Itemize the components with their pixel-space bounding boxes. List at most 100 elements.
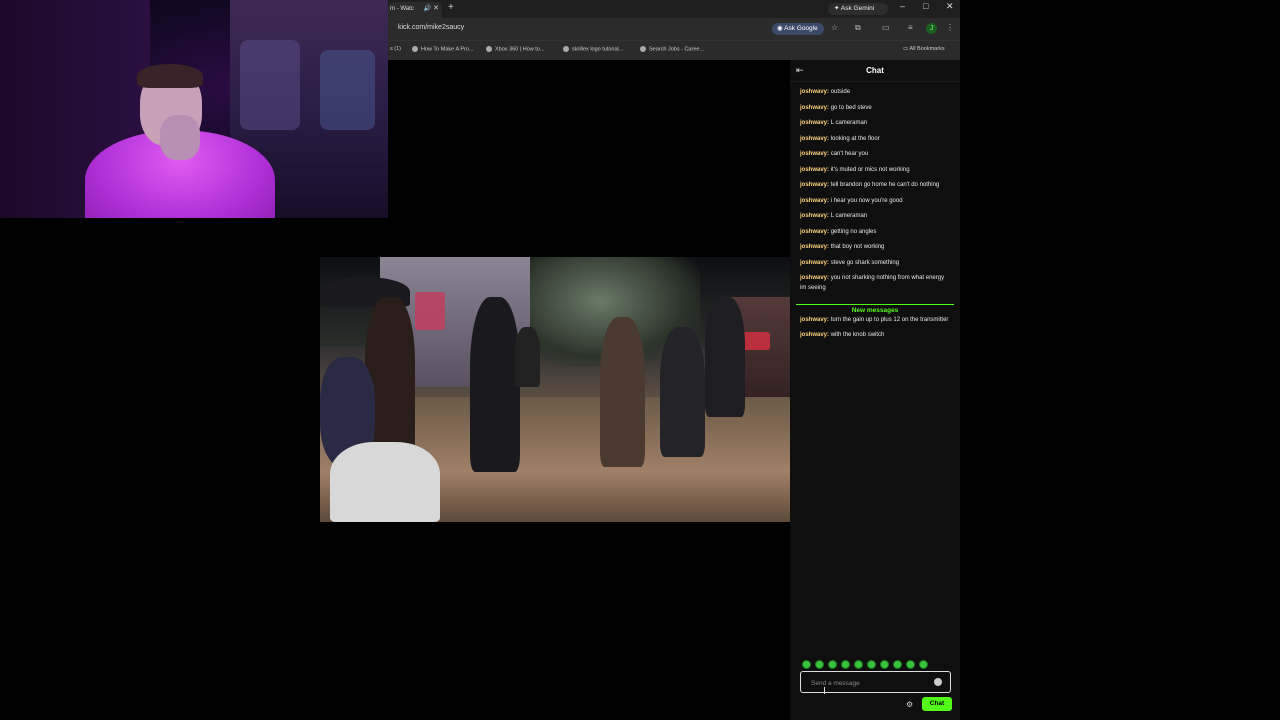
chat-header: ⇤ Chat — [790, 60, 960, 82]
chat-text: L cameraman — [830, 120, 868, 126]
send-chat-button[interactable]: Chat — [922, 697, 952, 711]
chat-messages: joshwavy: outside joshwavy: go to bed st… — [796, 87, 954, 346]
emote-icon[interactable] — [867, 660, 876, 669]
new-messages-divider: New messages — [796, 299, 954, 314]
new-messages-label: New messages — [847, 306, 903, 314]
url-text[interactable]: kick.com/mike2saucy — [398, 24, 464, 31]
chat-text: with the knob switch — [830, 332, 885, 338]
all-bookmarks[interactable]: ▭ All Bookmarks — [903, 46, 945, 52]
speaker-icon[interactable]: 🔊 — [424, 2, 431, 16]
emote-bar — [802, 656, 952, 669]
chat-input-container[interactable] — [800, 671, 951, 693]
chat-username[interactable]: joshwavy: — [800, 167, 829, 173]
chat-username[interactable]: joshwavy: — [800, 275, 829, 281]
chat-message: joshwavy: L cameraman — [800, 211, 950, 221]
cast-icon[interactable]: ▭ — [882, 23, 890, 32]
chat-text: turn the gain up to plus 12 on the trans… — [830, 316, 949, 323]
chat-username[interactable]: joshwavy: — [800, 317, 829, 323]
new-tab-icon[interactable]: + — [448, 2, 454, 13]
ask-gemini-button[interactable]: ✦ Ask Gemini — [828, 3, 888, 15]
profile-switch-icon[interactable]: ≡ — [908, 23, 913, 32]
chat-message: joshwavy: with the knob switch — [800, 330, 950, 340]
minimize-icon[interactable]: – — [900, 1, 905, 11]
chat-message: joshwavy: getting no angles — [800, 227, 950, 237]
emote-icon[interactable] — [802, 660, 811, 669]
chat-username[interactable]: joshwavy: — [800, 244, 829, 250]
chat-username[interactable]: joshwavy: — [800, 260, 829, 266]
chat-message: joshwavy: outside — [800, 87, 950, 97]
chat-username[interactable]: joshwavy: — [800, 229, 829, 235]
bookmark-favicon-icon — [563, 46, 569, 52]
emote-icon[interactable] — [815, 660, 824, 669]
ask-google-button[interactable]: ◉ Ask Google — [772, 23, 824, 35]
video-scene-sign — [415, 292, 445, 330]
streamer-webcam — [0, 0, 388, 218]
chat-message: joshwavy: looking at the floor — [800, 134, 950, 144]
chat-message: joshwavy: tell brandon go home he can't … — [800, 180, 950, 190]
bookmark-label: s (1) — [390, 46, 401, 52]
chat-input[interactable] — [811, 680, 931, 687]
bookmark-label: Search Jobs - Caree... — [649, 46, 705, 53]
chat-settings-gear-icon[interactable]: ⚙ — [906, 700, 913, 709]
profile-avatar[interactable]: J — [926, 23, 937, 34]
chat-text: go to bed steve — [830, 104, 872, 111]
emote-icon[interactable] — [893, 660, 902, 669]
chat-text: can't hear you — [830, 151, 869, 157]
divider-label-wrap: New messages — [796, 299, 954, 317]
ask-gemini-label: Ask Gemini — [840, 5, 875, 12]
chat-text: i hear you now you're good — [830, 197, 903, 204]
emote-icon[interactable] — [828, 660, 837, 669]
chat-username[interactable]: joshwavy: — [800, 332, 829, 338]
browser-chrome: m - Watc 🔊 ✕ + ✦ Ask Gemini – □ ✕ kick.c… — [388, 0, 960, 60]
active-tab[interactable]: m - Watc 🔊 ✕ — [388, 2, 442, 18]
chat-username[interactable]: joshwavy: — [800, 89, 829, 95]
chat-username[interactable]: joshwavy: — [800, 182, 829, 188]
chat-message: joshwavy: L cameraman — [800, 118, 950, 128]
bookmark-item[interactable]: How To Make A Pro... — [412, 46, 473, 52]
emote-icon[interactable] — [854, 660, 863, 669]
chat-username[interactable]: joshwavy: — [800, 120, 829, 126]
close-tab-icon[interactable]: ✕ — [433, 2, 439, 16]
streamer-hand — [160, 115, 200, 160]
bookmark-label: skrillex logo tutorial... — [572, 46, 624, 53]
bookmarks-bar: s (1) How To Make A Pro... Xbox 360 | Ho… — [388, 40, 960, 60]
bookmark-item[interactable]: s (1) — [390, 46, 401, 52]
emote-icon[interactable] — [906, 660, 915, 669]
bookmark-item[interactable]: Search Jobs - Caree... — [640, 46, 704, 52]
chat-panel: ⇤ Chat joshwavy: outside joshwavy: go to… — [790, 60, 960, 720]
menu-kebab-icon[interactable]: ⋮ — [946, 23, 954, 32]
stream-video[interactable] — [320, 257, 790, 522]
webcam-object — [240, 40, 300, 130]
chat-text: L cameraman — [830, 213, 868, 219]
bookmark-item[interactable]: Xbox 360 | How to... — [486, 46, 544, 52]
video-scene-person — [515, 327, 540, 387]
chat-username[interactable]: joshwavy: — [800, 213, 829, 219]
extensions-icon[interactable]: ⧉ — [855, 23, 861, 33]
address-bar[interactable]: kick.com/mike2saucy ◉ Ask Google ☆ ⧉ ▭ ≡… — [388, 18, 960, 40]
chat-text: looking at the floor — [830, 135, 880, 142]
emote-icon[interactable] — [919, 660, 928, 669]
chat-text: it's muted or mics not working — [830, 166, 910, 173]
bookmark-favicon-icon — [486, 46, 492, 52]
bookmark-item[interactable]: skrillex logo tutorial... — [563, 46, 623, 52]
chat-text: steve go shark something — [830, 259, 900, 266]
chat-username[interactable]: joshwavy: — [800, 136, 829, 142]
video-scene-person — [705, 297, 745, 417]
emote-icon[interactable] — [880, 660, 889, 669]
close-window-icon[interactable]: ✕ — [946, 1, 954, 12]
chat-username[interactable]: joshwavy: — [800, 151, 829, 157]
chat-message: joshwavy: i hear you now you're good — [800, 196, 950, 206]
chat-username[interactable]: joshwavy: — [800, 105, 829, 111]
chat-message: joshwavy: that boy not working — [800, 242, 950, 252]
text-cursor — [824, 687, 825, 694]
video-scene-person — [470, 297, 520, 472]
video-scene-bin — [330, 442, 440, 522]
chat-text: that boy not working — [830, 244, 885, 250]
chat-title: Chat — [866, 66, 884, 75]
emoji-picker-icon[interactable] — [934, 678, 942, 686]
bookmark-star-icon[interactable]: ☆ — [831, 23, 838, 32]
bookmark-favicon-icon — [412, 46, 418, 52]
maximize-icon[interactable]: □ — [923, 1, 928, 11]
emote-icon[interactable] — [841, 660, 850, 669]
chat-username[interactable]: joshwavy: — [800, 198, 829, 204]
